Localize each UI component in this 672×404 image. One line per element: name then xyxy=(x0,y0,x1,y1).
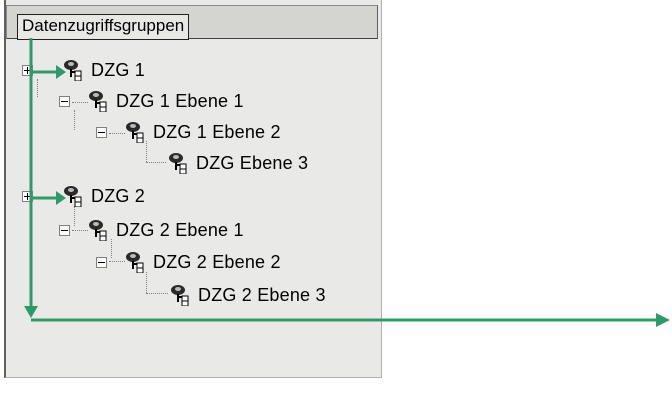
tree-node-label: DZG 2 Ebene 1 xyxy=(116,219,244,240)
expand-icon[interactable] xyxy=(22,64,33,76)
group-tree-icon xyxy=(64,186,82,207)
group-tree-icon xyxy=(171,285,189,306)
tree-node-label: DZG 2 xyxy=(91,185,146,206)
tree-node-dzg-1-ebene-1[interactable]: DZG 1 Ebene 1 xyxy=(59,89,244,113)
collapse-icon[interactable] xyxy=(59,224,70,236)
collapse-icon[interactable] xyxy=(96,126,107,138)
tree-node-label: DZG Ebene 3 xyxy=(196,152,309,173)
tree-node-dzg-2-ebene-1[interactable]: DZG 2 Ebene 1 xyxy=(59,218,244,242)
group-tree-icon xyxy=(126,122,144,143)
tree-node-label: DZG 2 Ebene 2 xyxy=(153,251,281,272)
tree-node-label: DZG 2 Ebene 3 xyxy=(198,284,326,305)
tree-node-label: DZG 1 Ebene 1 xyxy=(116,90,244,111)
expand-icon[interactable] xyxy=(22,190,33,202)
group-tree-icon xyxy=(89,91,107,112)
tree-node-label: DZG 1 xyxy=(91,59,146,80)
group-tree-icon xyxy=(89,220,107,241)
tree-connector xyxy=(146,272,147,293)
tree-connector xyxy=(146,162,166,163)
tree-node-dzg-1-ebene-2[interactable]: DZG 1 Ebene 2 xyxy=(96,120,281,144)
tree-node-dzg-2-ebene-2[interactable]: DZG 2 Ebene 2 xyxy=(96,250,281,274)
column-header[interactable]: Datenzugriffsgruppen xyxy=(6,5,378,40)
tree-connector xyxy=(146,293,168,294)
group-tree-icon xyxy=(64,60,82,81)
collapse-icon[interactable] xyxy=(59,95,70,107)
tree-connector xyxy=(74,110,75,130)
tree-connector xyxy=(146,141,147,162)
tree-node-dzg-2-ebene-3[interactable]: DZG 2 Ebene 3 xyxy=(170,283,326,307)
tree-node-dzg-1[interactable]: DZG 1 xyxy=(22,58,145,82)
tree-node-dzg-2[interactable]: DZG 2 xyxy=(22,184,145,208)
tree-node-dzg-ebene-3[interactable]: DZG Ebene 3 xyxy=(168,151,308,175)
group-tree-icon xyxy=(126,252,144,273)
column-header-label: Datenzugriffsgruppen xyxy=(17,14,190,40)
tree-node-label: DZG 1 Ebene 2 xyxy=(153,121,281,142)
group-tree-icon xyxy=(169,153,187,174)
collapse-icon[interactable] xyxy=(96,256,107,268)
